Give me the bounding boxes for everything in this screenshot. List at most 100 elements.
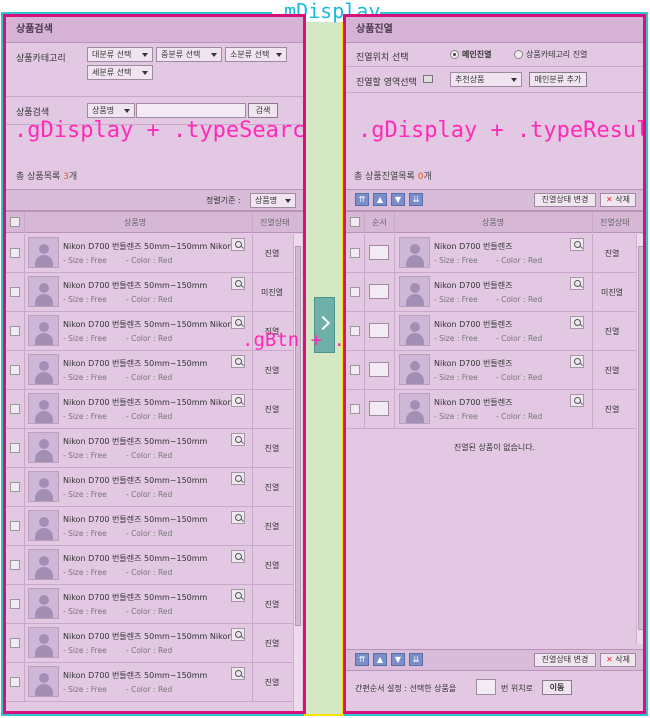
- row-checkbox[interactable]: [10, 287, 20, 297]
- divider: [24, 312, 25, 350]
- divider: [24, 507, 25, 545]
- zoom-icon[interactable]: [231, 472, 245, 485]
- zoom-icon[interactable]: [231, 394, 245, 407]
- zoom-icon[interactable]: [231, 667, 245, 680]
- zoom-icon[interactable]: [570, 316, 584, 329]
- product-color: - Color : Red: [126, 529, 173, 538]
- select-all-checkbox[interactable]: [10, 217, 20, 227]
- row-checkbox[interactable]: [350, 287, 360, 297]
- product-name: Nikon D700 번들렌즈 50mm~150mm Nikon: [63, 242, 233, 251]
- product-thumbnail: [28, 276, 59, 307]
- radio-main[interactable]: [450, 50, 459, 59]
- right-scroll-thumb[interactable]: [638, 246, 643, 630]
- delete-x-icon-bottom: ✕: [606, 655, 613, 664]
- product-size: - Size : Free: [434, 295, 478, 304]
- display-col-name: 상품명: [482, 218, 505, 227]
- search-type-select[interactable]: 상품명: [87, 103, 135, 118]
- move-top-icon-bottom[interactable]: ⇈: [355, 653, 369, 666]
- left-scrollbar[interactable]: [293, 234, 302, 711]
- row-checkbox[interactable]: [10, 443, 20, 453]
- zoom-icon[interactable]: [231, 277, 245, 290]
- divider: [24, 546, 25, 584]
- area-select[interactable]: 추천상품: [450, 72, 522, 87]
- zoom-icon[interactable]: [570, 394, 584, 407]
- zoom-icon[interactable]: [231, 433, 245, 446]
- area-label: 진열할 영역선택: [356, 78, 417, 88]
- order-input[interactable]: [369, 401, 389, 416]
- row-checkbox[interactable]: [350, 248, 360, 258]
- category-select-2[interactable]: 중분류 선택: [156, 47, 222, 62]
- move-bottom-icon-bottom[interactable]: ⇊: [409, 653, 423, 666]
- search-input[interactable]: [136, 103, 246, 118]
- status-change-button-bottom[interactable]: 진열상태 변경: [534, 653, 596, 667]
- move-up-icon-bottom[interactable]: ▲: [373, 653, 387, 666]
- radio-category-label: 상품카테고리 진열: [526, 50, 588, 59]
- sort-bar: 정렬기준 : 상품명: [6, 189, 303, 211]
- zoom-icon[interactable]: [231, 238, 245, 251]
- row-checkbox[interactable]: [10, 326, 20, 336]
- zoom-icon[interactable]: [570, 238, 584, 251]
- quick-order-label: 간편순서 설정 : 선택한 상품을: [355, 684, 457, 693]
- category-select-4[interactable]: 세분류 선택: [87, 65, 153, 80]
- move-up-icon[interactable]: ▲: [373, 193, 387, 206]
- product-name: Nikon D700 번들렌즈 50mm~150mm: [63, 359, 208, 368]
- delete-button-bottom[interactable]: ✕ 삭제: [600, 653, 636, 667]
- display-panel-title: 상품진열: [346, 17, 643, 43]
- zoom-icon[interactable]: [231, 355, 245, 368]
- zoom-icon[interactable]: [570, 277, 584, 290]
- row-checkbox[interactable]: [10, 482, 20, 492]
- col-name: 상품명: [124, 218, 147, 227]
- product-thumbnail: [28, 393, 59, 424]
- move-button[interactable]: 이동: [542, 680, 572, 695]
- search-panel: 상품검색 상품카테고리 대분류 선택 중분류 선택 소분류 선택 세분류 선택 …: [3, 14, 306, 714]
- sort-select[interactable]: 상품명: [250, 193, 296, 208]
- status-change-button[interactable]: 진열상태 변경: [534, 193, 596, 207]
- product-size: - Size : Free: [63, 490, 107, 499]
- row-checkbox[interactable]: [10, 677, 20, 687]
- move-bottom-icon[interactable]: ⇊: [409, 193, 423, 206]
- zoom-icon[interactable]: [570, 355, 584, 368]
- order-input[interactable]: [369, 362, 389, 377]
- zoom-icon[interactable]: [231, 628, 245, 641]
- row-checkbox[interactable]: [10, 404, 20, 414]
- row-checkbox[interactable]: [350, 404, 360, 414]
- row-checkbox[interactable]: [10, 560, 20, 570]
- category-select-3[interactable]: 소분류 선택: [225, 47, 287, 62]
- move-down-icon[interactable]: ▼: [391, 193, 405, 206]
- product-status: 미진열: [600, 288, 624, 297]
- left-scroll-thumb[interactable]: [295, 246, 301, 626]
- display-list: Nikon D700 번들렌즈 - Size : Free - Color : Re…: [346, 234, 643, 430]
- display-select-all[interactable]: [350, 217, 360, 227]
- zoom-icon[interactable]: [231, 550, 245, 563]
- position-input[interactable]: [476, 679, 496, 695]
- product-status: 진열: [264, 600, 280, 609]
- category-select-1[interactable]: 대분류 선택: [87, 47, 153, 62]
- order-input[interactable]: [369, 245, 389, 260]
- delete-x-icon: ✕: [606, 195, 613, 204]
- order-input[interactable]: [369, 323, 389, 338]
- radio-category[interactable]: [514, 50, 523, 59]
- row-checkbox[interactable]: [10, 638, 20, 648]
- move-down-icon-bottom[interactable]: ▼: [391, 653, 405, 666]
- zoom-icon[interactable]: [231, 511, 245, 524]
- right-scrollbar[interactable]: [636, 234, 643, 644]
- product-size: - Size : Free: [63, 256, 107, 265]
- add-main-category-button[interactable]: 메인분류 추가: [529, 72, 587, 87]
- zoom-icon[interactable]: [231, 589, 245, 602]
- row-checkbox[interactable]: [10, 365, 20, 375]
- row-checkbox[interactable]: [10, 521, 20, 531]
- col-status: 진열상태: [260, 218, 290, 227]
- product-color: - Color : Red: [126, 646, 173, 655]
- zoom-icon[interactable]: [231, 316, 245, 329]
- row-checkbox[interactable]: [350, 326, 360, 336]
- product-size: - Size : Free: [434, 373, 478, 382]
- move-top-icon[interactable]: ⇈: [355, 193, 369, 206]
- product-color: - Color : Red: [496, 412, 543, 421]
- product-status: 진열: [264, 639, 280, 648]
- search-button[interactable]: 검색: [248, 103, 278, 118]
- row-checkbox[interactable]: [350, 365, 360, 375]
- order-input[interactable]: [369, 284, 389, 299]
- row-checkbox[interactable]: [10, 248, 20, 258]
- delete-button[interactable]: ✕ 삭제: [600, 193, 636, 207]
- row-checkbox[interactable]: [10, 599, 20, 609]
